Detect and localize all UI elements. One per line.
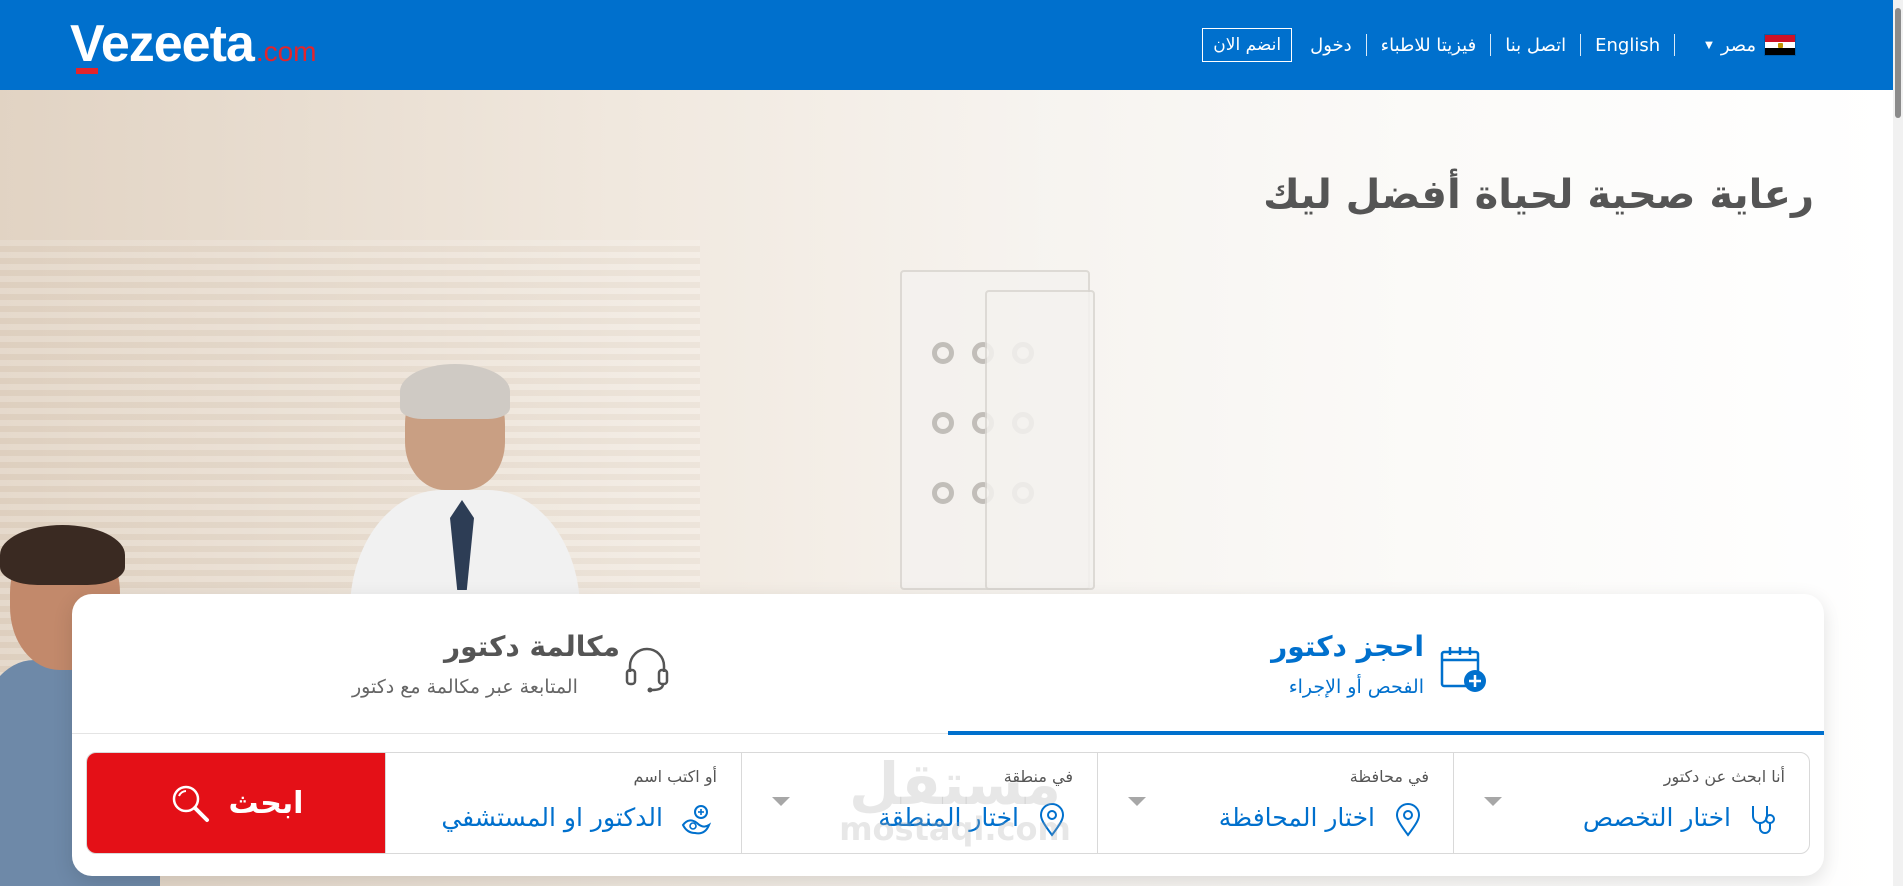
country-selector[interactable]: مصر ▼ [1705,34,1796,56]
login-link[interactable]: دخول [1310,35,1352,56]
hero-title: رعاية صحية لحياة أفضل ليك [1263,172,1814,218]
name-value: الدكتور او المستشفي [441,803,663,832]
specialty-select[interactable]: أنا ابحث عن دكتور اختار التخصص [1453,753,1809,853]
nav-divider [1490,34,1492,56]
eye-chart-image [985,290,1095,590]
country-label: مصر [1720,34,1756,56]
tab-book-subtitle: الفحص أو الإجراء [1288,676,1424,698]
watermark-english: mostaql.com [839,810,1071,848]
location-pin-icon [1395,803,1421,837]
governorate-label: في محافظة [1349,767,1429,786]
stethoscope-icon [1752,806,1775,834]
nav-divider [1674,34,1676,56]
page-scrollbar[interactable] [1893,0,1903,886]
search-button-label: ابحث [228,785,304,821]
doctor-hospital-icon [681,805,712,835]
tab-call-title: مكالمة دكتور [444,630,620,663]
nav-divider [1580,34,1582,56]
vezeeta-logo[interactable]: Vezeeta .com [70,15,317,74]
tab-book-doctor[interactable]: احجز دكتور الفحص أو الإجراء [948,594,1824,735]
headset-icon [625,647,669,693]
logo-text: Vezeeta [70,15,255,74]
dropdown-arrow-icon [1484,797,1502,806]
governorate-value: اختار المحافظة [1218,803,1375,832]
calendar-add-icon [1440,647,1486,692]
nav-divider [1365,34,1367,56]
specialty-value: اختار التخصص [1582,803,1731,832]
doctors-link[interactable]: فيزيتا للاطباء [1381,35,1477,56]
caret-down-icon: ▼ [1705,39,1713,51]
specialty-label: أنا ابحث عن دكتور [1663,767,1785,786]
egypt-flag-icon [1764,34,1796,56]
contact-link[interactable]: اتصل بنا [1505,35,1566,56]
tab-doctor-call[interactable]: مكالمة دكتور المتابعة عبر مكالمة مع دكتو… [72,594,948,734]
tab-book-title: احجز دكتور [1271,630,1424,663]
booking-tabs: احجز دكتور الفحص أو الإجراء مكالمة دكتور… [72,594,1824,735]
logo-suffix: .com [255,36,317,67]
search-button[interactable]: ابحث [87,753,385,853]
governorate-select[interactable]: في محافظة اختار المحافظة [1097,753,1453,853]
tab-call-subtitle: المتابعة عبر مكالمة مع دكتور [352,676,578,698]
language-link[interactable]: English [1595,35,1660,56]
search-icon [172,785,209,822]
name-label: أو اكتب اسم [633,767,717,786]
dropdown-arrow-icon [772,797,790,806]
mostaql-watermark: مستقل mostaql.com [830,755,1080,845]
top-navbar: Vezeeta .com مصر ▼ English اتصل بنا فيزي… [0,0,1893,90]
dropdown-arrow-icon [1128,797,1146,806]
watermark-arabic: مستقل [848,750,1062,818]
join-now-button[interactable]: انضم الان [1202,28,1293,62]
doctor-name-input[interactable]: أو اكتب اسم الدكتور او المستشفي [385,753,741,853]
scrollbar-thumb[interactable] [1895,8,1901,118]
header-nav: مصر ▼ English اتصل بنا فيزيتا للاطباء دخ… [1202,0,1796,90]
